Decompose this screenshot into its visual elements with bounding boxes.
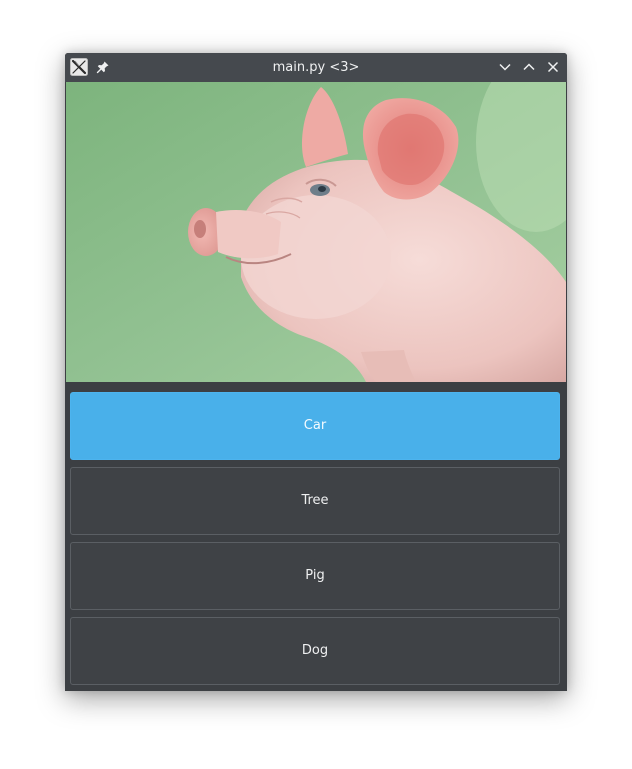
pin-icon[interactable] <box>96 60 110 74</box>
chevron-up-icon[interactable] <box>521 59 537 75</box>
close-icon[interactable] <box>545 59 561 75</box>
x-app-icon[interactable] <box>70 58 88 76</box>
app-window: main.py <3> Car Tree Pig Dog <box>65 53 567 691</box>
choice-button-car[interactable]: Car <box>70 392 560 460</box>
desktop: main.py <3> Car Tree Pig Dog <box>0 0 632 769</box>
window-title: main.py <3> <box>272 60 360 75</box>
choice-button-dog[interactable]: Dog <box>70 617 560 685</box>
pig-image <box>66 82 566 382</box>
title-bar[interactable]: main.py <3> <box>65 53 567 82</box>
chevron-down-icon[interactable] <box>497 59 513 75</box>
choice-button-tree[interactable]: Tree <box>70 467 560 535</box>
pig-photo <box>66 82 566 382</box>
choice-button-pig[interactable]: Pig <box>70 542 560 610</box>
